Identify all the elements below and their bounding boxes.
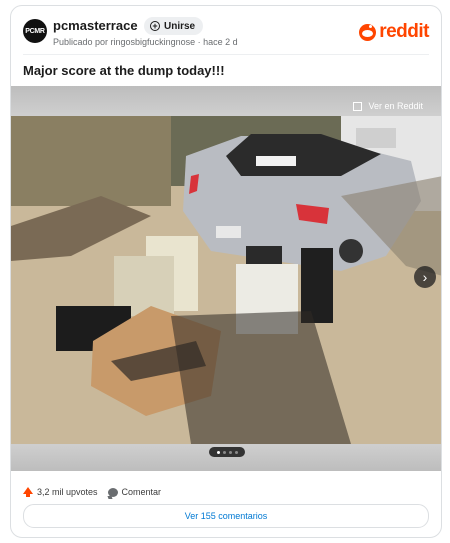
post-header: PCMR pcmasterrace + Unirse Publicado por… — [23, 17, 429, 49]
upvote-count: 3,2 mil upvotes — [37, 487, 98, 497]
post-image[interactable] — [11, 116, 441, 444]
reddit-wordmark: reddit — [379, 21, 429, 42]
next-image-button[interactable]: › — [414, 266, 436, 288]
gallery-pagination — [209, 447, 245, 457]
reddit-alien-icon — [359, 23, 377, 41]
header-divider — [23, 54, 429, 55]
view-on-reddit-button[interactable]: Ver en Reddit — [353, 101, 423, 111]
upvote-button[interactable]: 3,2 mil upvotes — [23, 486, 98, 497]
gallery-dot[interactable] — [216, 450, 220, 454]
join-label: Unirse — [164, 20, 196, 32]
reddit-logo[interactable]: reddit — [359, 21, 429, 43]
post-meta: Publicado por ringosbigfuckingnose · hac… — [53, 37, 238, 47]
subreddit-name[interactable]: pcmasterrace — [53, 18, 138, 33]
comment-label: Comentar — [121, 487, 162, 497]
upvote-arrow-icon — [23, 486, 33, 497]
comment-bubble-icon — [107, 487, 118, 497]
expand-icon — [353, 101, 363, 111]
post-card: PCMR pcmasterrace + Unirse Publicado por… — [10, 5, 442, 538]
gallery-dot[interactable] — [228, 450, 232, 454]
post-media-gallery[interactable]: Ver en Reddit › — [11, 86, 441, 471]
chevron-right-icon: › — [422, 269, 428, 285]
view-on-reddit-label: Ver en Reddit — [368, 101, 423, 111]
post-title[interactable]: Major score at the dump today!!! — [23, 63, 225, 78]
gallery-dot[interactable] — [222, 450, 226, 454]
post-actions: 3,2 mil upvotes Comentar — [23, 482, 429, 502]
plus-circle-icon: + — [150, 21, 160, 31]
comment-button[interactable]: Comentar — [107, 487, 162, 497]
gallery-dot[interactable] — [234, 450, 238, 454]
subreddit-avatar[interactable]: PCMR — [23, 19, 47, 43]
view-comments-button[interactable]: Ver 155 comentarios — [23, 504, 429, 528]
join-button[interactable]: + Unirse — [144, 17, 204, 35]
